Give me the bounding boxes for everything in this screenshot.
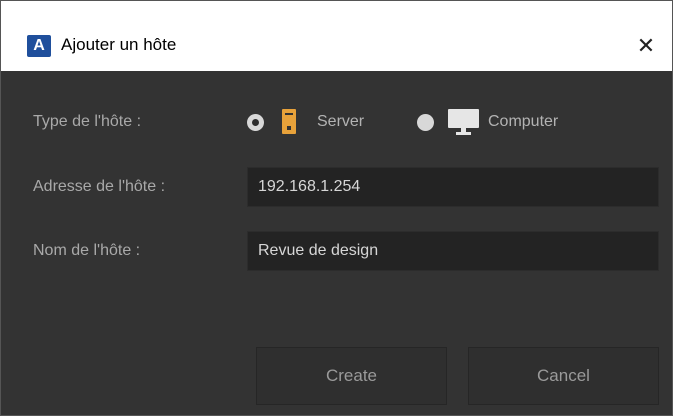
dialog-title: Ajouter un hôte [61,35,177,54]
create-button[interactable]: Create [256,347,447,405]
host-address-input[interactable] [247,167,659,207]
host-name-input[interactable] [247,231,659,271]
cancel-button[interactable]: Cancel [468,347,659,405]
add-host-dialog: A Ajouter un hôte ✕ Type de l'hôte : Ser… [0,0,673,416]
close-button[interactable]: ✕ [629,29,663,63]
server-radio[interactable] [247,114,264,131]
computer-radio[interactable] [417,114,434,131]
server-icon [282,109,296,134]
host-type-label: Type de l'hôte : [33,113,142,130]
server-option-label[interactable]: Server [317,113,364,131]
app-logo-icon: A [27,35,51,57]
title-bar: A Ajouter un hôte ✕ [1,1,672,71]
monitor-icon [448,109,479,135]
computer-option-label[interactable]: Computer [488,113,558,131]
host-address-label: Adresse de l'hôte : [33,178,166,195]
host-name-label: Nom de l'hôte : [33,242,141,259]
